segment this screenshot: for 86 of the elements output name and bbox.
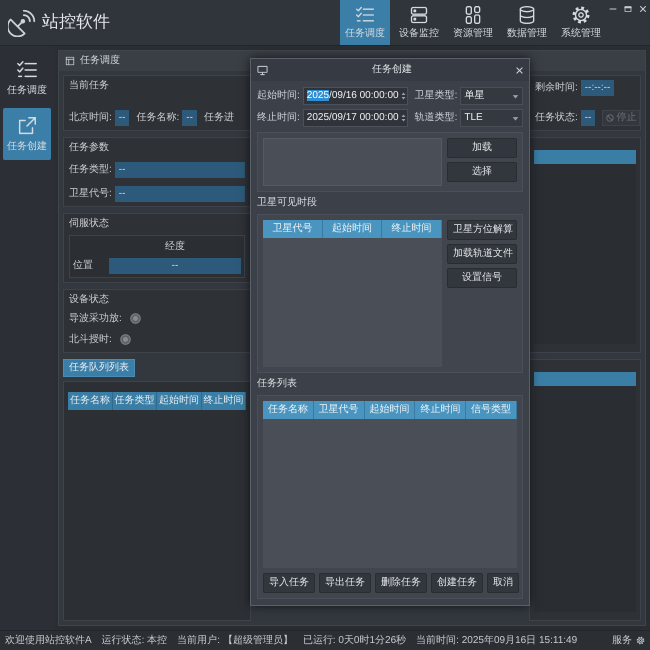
nav-button[interactable]: 设备监控 xyxy=(394,0,444,45)
status-text: 服务 xyxy=(612,634,632,646)
status-text: 当前用户: 【超级管理员】 xyxy=(177,634,293,646)
column-header: 信号类型 xyxy=(466,401,517,420)
column-header: 任务类型 xyxy=(112,392,157,410)
gear-icon[interactable] xyxy=(636,636,645,645)
value-display: --:--:-- xyxy=(580,80,614,96)
monitor-icon xyxy=(257,64,268,76)
value-display: -- xyxy=(114,110,130,126)
section-title: 任务列表 xyxy=(257,378,297,390)
database-icon xyxy=(517,5,537,25)
dialog-button[interactable]: 设置信号 xyxy=(447,268,517,288)
caret-icon xyxy=(512,114,519,122)
dialog-title: 任务创建 xyxy=(372,64,412,76)
value-display: -- xyxy=(114,186,245,202)
spin-arrows-icon[interactable] xyxy=(400,112,406,124)
dialog-button[interactable]: 删除任务 xyxy=(375,573,427,593)
queue-tab[interactable]: 任务队列列表 xyxy=(63,359,135,377)
column-header: 起始时间 xyxy=(322,220,382,238)
nav-button[interactable]: 资源管理 xyxy=(448,0,498,45)
column-header: 任务名称 xyxy=(68,392,112,410)
spin-arrows-icon[interactable] xyxy=(400,90,406,102)
field-label: 起始时间: xyxy=(257,88,300,103)
section-title: 卫星可见时段 xyxy=(257,197,317,209)
value-display: -- xyxy=(114,162,245,178)
dialog-button[interactable]: 加载轨道文件 xyxy=(447,244,517,264)
group-title: 设备状态 xyxy=(69,294,109,306)
server-icon xyxy=(409,5,429,25)
group-title: 伺服状态 xyxy=(69,218,109,230)
close-icon[interactable] xyxy=(516,66,523,74)
panel-title: 任务调度 xyxy=(80,55,120,67)
field-label: 剩余时间: xyxy=(535,80,578,95)
column-header: 起始时间 xyxy=(157,392,202,410)
app-title: 站控软件 xyxy=(42,12,110,33)
maximize-icon[interactable] xyxy=(624,5,632,13)
datetime-field[interactable]: 2025/09/17 00:00:00 xyxy=(302,109,408,127)
sidebar-item[interactable]: 任务调度 xyxy=(3,52,51,104)
field-label: 北斗授时: xyxy=(69,332,112,347)
dialog-button[interactable]: 导出任务 xyxy=(319,573,371,593)
dropdown-field[interactable]: 单星 xyxy=(460,87,523,105)
external-link-icon xyxy=(16,115,38,137)
datetime-field[interactable]: 2025/09/16 00:00:00 xyxy=(302,87,408,105)
field-label: 任务状态: xyxy=(535,110,578,125)
field-label: 卫星代号: xyxy=(69,187,112,201)
dialog-button[interactable]: 卫星方位解算 xyxy=(447,220,517,240)
nav-button[interactable]: 数据管理 xyxy=(502,0,552,45)
dialog-button[interactable]: 选择 xyxy=(447,162,517,182)
field-label: 卫星类型: xyxy=(414,88,458,103)
group-title: 当前任务 xyxy=(69,80,109,92)
window-icon xyxy=(65,56,75,66)
column-header: 卫星代号 xyxy=(263,220,323,238)
value-display: -- xyxy=(580,110,596,126)
column-header: 卫星代号 xyxy=(314,401,365,420)
status-text: 已运行: 0天0时1分26秒 xyxy=(302,634,406,646)
status-text: 当前时间: 2025年09月16日 15:11:49 xyxy=(416,634,578,646)
field-label: 导波采功放: xyxy=(69,312,122,326)
grid-icon xyxy=(463,5,483,25)
dialog-button[interactable]: 导入任务 xyxy=(263,573,315,593)
field-label: 终止时间: xyxy=(257,110,300,125)
value-display: -- xyxy=(182,110,197,126)
field-label: 任务类型: xyxy=(69,162,112,177)
status-text: 欢迎使用站控软件A xyxy=(5,634,92,646)
close-icon[interactable] xyxy=(638,5,647,13)
caret-icon xyxy=(512,92,519,100)
row-label: 位置 xyxy=(73,258,94,273)
dialog-button[interactable]: 取消 xyxy=(487,573,519,593)
column-header: 起始时间 xyxy=(364,401,416,420)
status-text: 运行状态: 本控 xyxy=(102,634,168,646)
gear-icon xyxy=(571,5,591,25)
dialog-button[interactable]: 加载 xyxy=(447,138,517,158)
group-title: 任务参数 xyxy=(69,142,109,154)
prohibited-icon xyxy=(606,114,614,122)
dialog-button[interactable]: 创建任务 xyxy=(431,573,483,593)
field-label: 任务进 xyxy=(204,110,234,125)
column-header: 终止时间 xyxy=(415,401,466,420)
nav-button[interactable]: 系统管理 xyxy=(556,0,606,45)
value-display: -- xyxy=(109,258,241,274)
column-header: 经度 xyxy=(165,240,185,254)
column-header: 终止时间 xyxy=(382,220,442,238)
satellite-dish-icon xyxy=(8,8,36,36)
field-label: 任务名称: xyxy=(136,111,180,125)
column-header: 终止时间 xyxy=(202,392,246,410)
dropdown-field[interactable]: TLE xyxy=(460,109,523,127)
field-label: 北京时间: xyxy=(69,110,112,125)
field-label: 轨道类型: xyxy=(414,110,458,125)
column-header: 任务名称 xyxy=(263,401,314,420)
